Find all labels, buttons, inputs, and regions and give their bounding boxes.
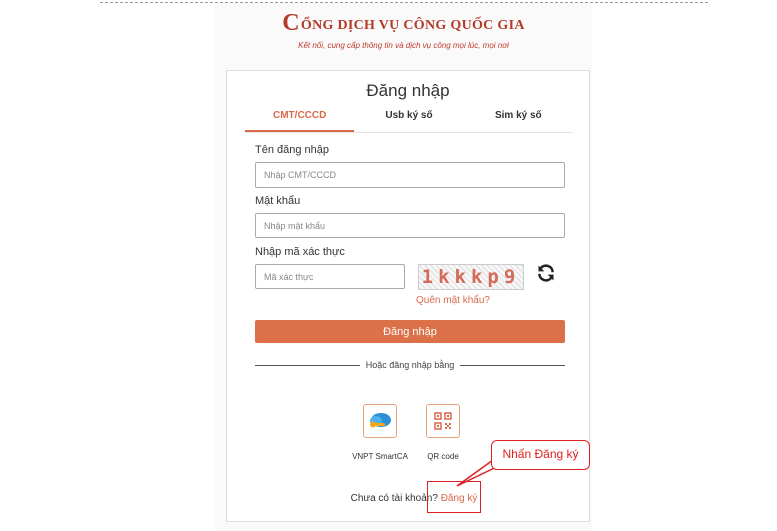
login-title: Đăng nhập: [366, 81, 450, 100]
username-label: Tên đăng nhập: [255, 144, 330, 156]
forgot-password-link[interactable]: Quên mật khẩu?: [227, 295, 589, 306]
signup-row: Chưa có tài khoản? Đăng ký: [227, 493, 589, 504]
username-input[interactable]: [255, 162, 565, 188]
brand-title: C ỔNG DỊCH VỤ CÔNG QUỐC GIA: [282, 10, 525, 36]
divider-line-left: [255, 364, 360, 366]
brand-header: C ỔNG DỊCH VỤ CÔNG QUỐC GIA Kết nối, cun…: [215, 10, 592, 50]
no-account-text: Chưa có tài khoản?: [350, 493, 438, 504]
qr-code-button[interactable]: [426, 404, 460, 438]
brand-title-text: ỔNG DỊCH VỤ CÔNG QUỐC GIA: [300, 18, 525, 33]
annotation-callout: Nhấn Đăng ký: [491, 440, 590, 470]
brand-subtitle: Kết nối, cung cấp thông tin và dịch vụ c…: [298, 41, 509, 50]
captcha-input[interactable]: [255, 264, 405, 289]
tab-sim-ky-so[interactable]: Sim ký số: [464, 108, 573, 132]
tab-cmt-cccd[interactable]: CMT/CCCD: [245, 108, 355, 132]
refresh-icon[interactable]: [536, 263, 556, 283]
alt-login-divider: Hoặc đăng nhập bằng: [255, 360, 566, 370]
alt-login-text: Hoặc đăng nhập bằng: [365, 360, 455, 370]
divider-line-right: [460, 364, 566, 366]
password-input[interactable]: [255, 213, 565, 238]
tab-usb-ky-so[interactable]: Usb ký số: [354, 108, 463, 132]
qr-code-icon: [434, 412, 452, 430]
brand-logo-initial: C: [282, 10, 300, 36]
vnpt-smartca-button[interactable]: [363, 404, 397, 438]
captcha-image: 1kkkp9: [418, 264, 524, 290]
captcha-label: Nhập mã xác thực: [255, 246, 345, 258]
login-tabs: CMT/CCCD Usb ký số Sim ký số: [245, 108, 573, 133]
password-label: Mật khẩu: [255, 195, 301, 207]
login-button[interactable]: Đăng nhập: [255, 320, 565, 343]
vnpt-smartca-icon: [370, 413, 391, 428]
